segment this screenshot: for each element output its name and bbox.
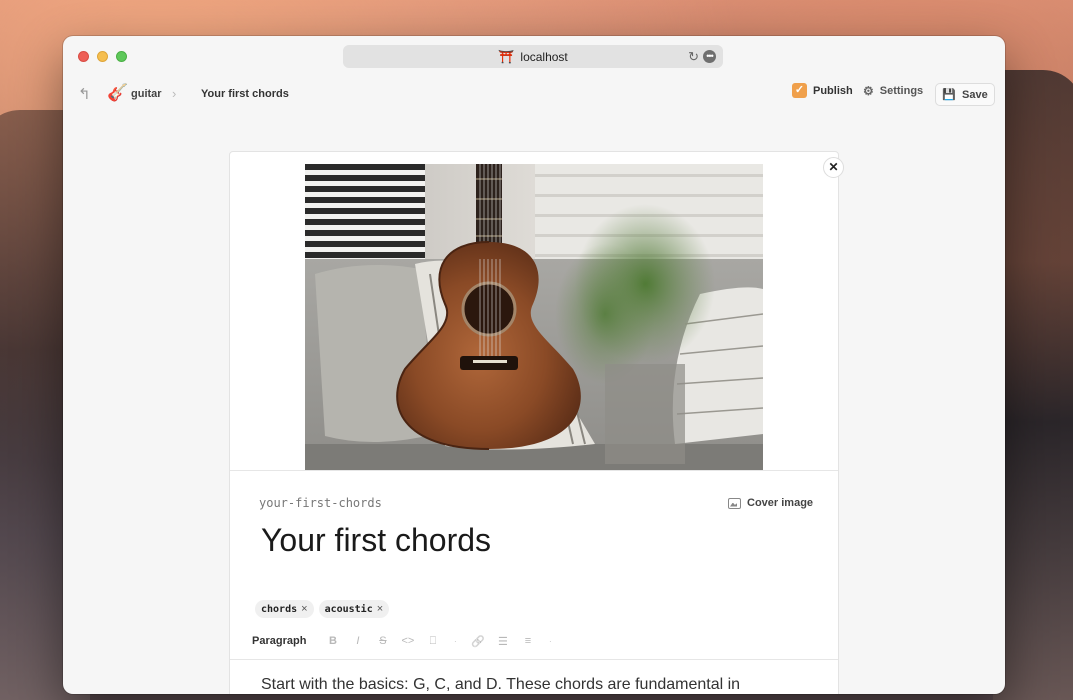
breadcrumb-page: Your first chords — [201, 88, 289, 100]
tag-chip[interactable]: acoustic × — [318, 600, 390, 618]
settings-button[interactable]: ⚙ Settings — [863, 83, 923, 98]
save-icon: 💾 — [942, 89, 956, 101]
code-block-icon[interactable]: ⎕ — [420, 635, 445, 648]
guitar-photo — [305, 164, 763, 470]
close-icon[interactable]: ✕ — [823, 157, 844, 178]
italic-icon[interactable]: I — [345, 635, 370, 647]
save-label: Save — [962, 88, 988, 101]
divider — [230, 659, 838, 660]
strikethrough-icon[interactable]: S — [370, 635, 395, 647]
site-favicon-icon: ⛩️ — [498, 48, 515, 64]
tag-list: chords × acoustic × — [255, 600, 390, 618]
reload-icon[interactable]: ↻ — [688, 49, 699, 65]
paragraph-style-dropdown[interactable]: Paragraph — [252, 635, 306, 647]
minimize-window-button[interactable] — [97, 51, 108, 62]
bullet-list-icon[interactable]: ☰ — [490, 635, 515, 648]
window-titlebar: ⛩️ localhost ↻ ••• — [63, 36, 1005, 76]
browser-window: ⛩️ localhost ↻ ••• ↰ 🎸 guitar › Your fir… — [63, 36, 1005, 694]
zoom-window-button[interactable] — [116, 51, 127, 62]
post-slug[interactable]: your-first-chords — [259, 496, 382, 510]
close-window-button[interactable] — [78, 51, 89, 62]
chevron-right-icon: › — [172, 86, 177, 101]
publish-label: Publish — [813, 84, 853, 97]
format-toolbar: Paragraph B I S <> ⎕ · 🔗 ☰ ≡ · — [252, 632, 560, 650]
remove-tag-icon[interactable]: × — [301, 603, 307, 615]
code-icon[interactable]: <> — [395, 635, 420, 647]
cover-image-label: Cover image — [747, 497, 814, 509]
post-body-text[interactable]: Start with the basics: G, C, and D. Thes… — [261, 676, 740, 694]
checkbox-checked-icon[interactable]: ✓ — [792, 83, 807, 98]
cover-image[interactable] — [305, 164, 763, 470]
tag-label: chords — [261, 603, 298, 615]
editor-toolbar: ↰ 🎸 guitar › Your first chords ✓ Publish… — [63, 80, 1005, 108]
tag-label: acoustic — [324, 603, 373, 615]
link-icon[interactable]: 🔗 — [465, 635, 490, 648]
cover-image-button[interactable]: Cover image — [728, 497, 813, 509]
guitar-icon[interactable]: 🎸 — [107, 83, 128, 103]
back-icon[interactable]: ↰ — [78, 85, 91, 103]
address-bar[interactable]: ⛩️ localhost ↻ ••• — [343, 45, 723, 68]
ordered-list-icon[interactable]: ≡ — [515, 635, 540, 647]
more-options-icon[interactable]: ••• — [703, 50, 716, 63]
save-button[interactable]: 💾 Save — [935, 83, 995, 106]
address-bar-url: localhost — [520, 49, 568, 64]
divider — [230, 470, 838, 471]
post-editor-card: your-first-chords Cover image Your first… — [229, 151, 839, 694]
settings-label: Settings — [879, 84, 924, 97]
publish-toggle[interactable]: ✓ Publish — [792, 83, 853, 98]
separator-dot: · — [548, 636, 552, 646]
image-icon — [728, 497, 741, 509]
post-title[interactable]: Your first chords — [261, 522, 491, 559]
tag-chip[interactable]: chords × — [255, 600, 314, 618]
separator-dot: · — [453, 636, 457, 646]
remove-tag-icon[interactable]: × — [377, 603, 383, 615]
traffic-lights — [78, 51, 127, 62]
bold-icon[interactable]: B — [320, 635, 345, 647]
breadcrumb-site[interactable]: guitar — [131, 88, 162, 100]
sliders-icon: ⚙ — [863, 83, 874, 98]
desktop-wallpaper-right — [993, 70, 1073, 700]
